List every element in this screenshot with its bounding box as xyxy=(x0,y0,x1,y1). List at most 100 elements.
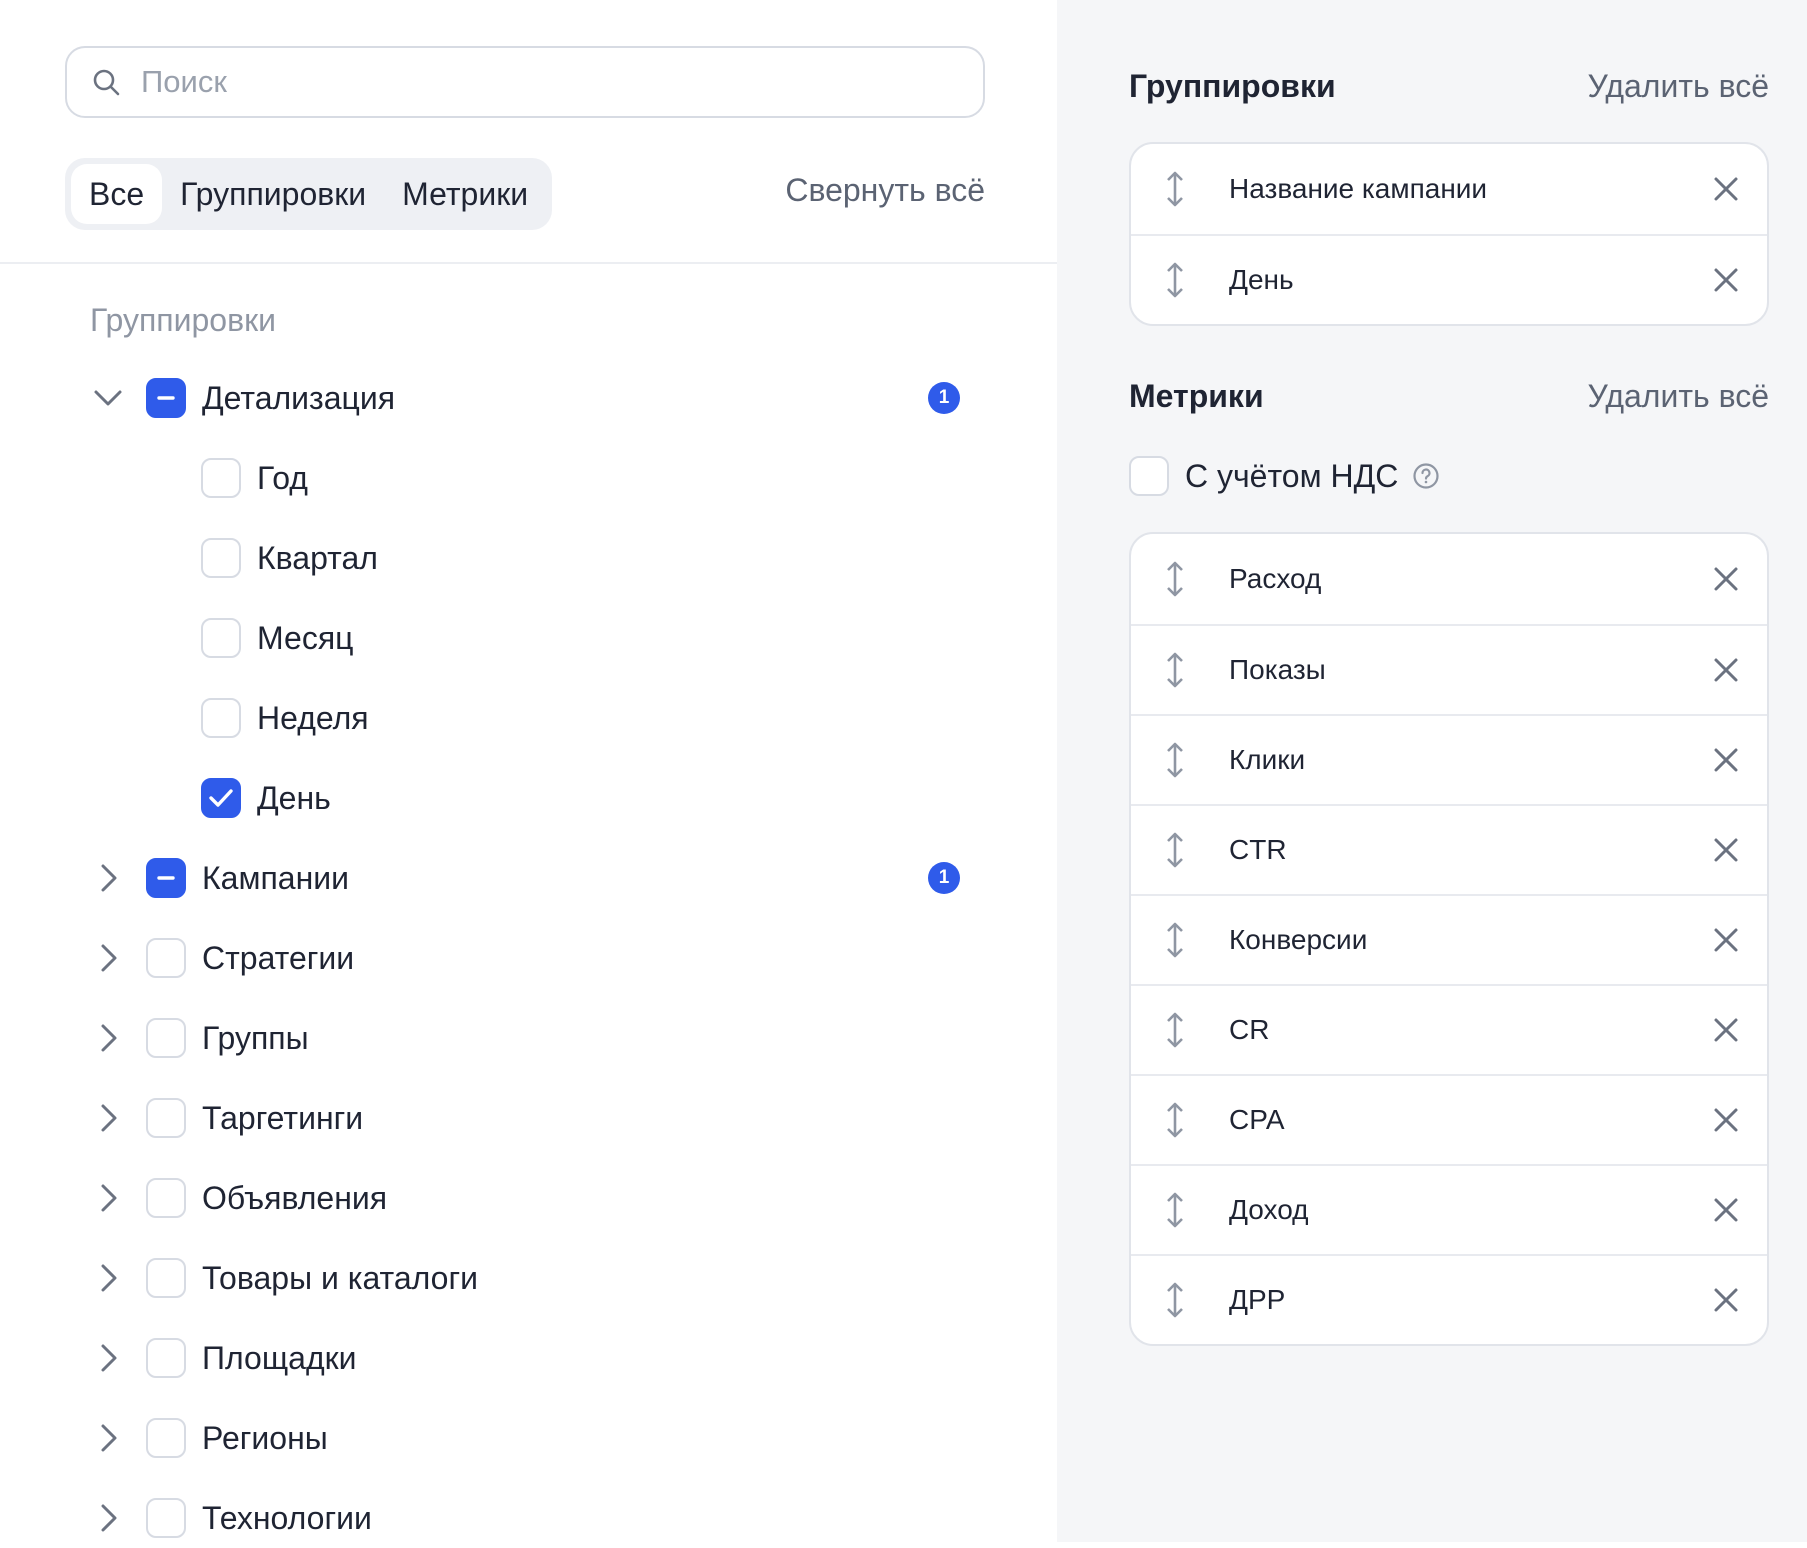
tree-item-groups: Группы xyxy=(90,1008,309,1068)
checkbox-unchecked[interactable] xyxy=(146,1018,186,1058)
minus-icon xyxy=(157,396,175,400)
list-item: Конверсии xyxy=(1131,894,1767,984)
vat-label: С учётом НДС xyxy=(1185,457,1399,494)
tree-item-label: Технологии xyxy=(202,1499,372,1536)
search-field[interactable] xyxy=(65,46,985,118)
vat-toggle-row: С учётом НДС xyxy=(1129,454,1440,498)
chevron-right-icon[interactable] xyxy=(90,1500,126,1536)
checkbox-unchecked[interactable] xyxy=(201,618,241,658)
tree-child-week: Неделя xyxy=(201,688,369,748)
chevron-right-icon[interactable] xyxy=(90,1340,126,1376)
checkbox-partial[interactable] xyxy=(146,378,186,418)
list-item: CR xyxy=(1131,984,1767,1074)
close-icon[interactable] xyxy=(1711,925,1741,955)
list-item: Клики xyxy=(1131,714,1767,804)
tab-all[interactable]: Все xyxy=(71,164,163,224)
list-item-label: Расход xyxy=(1229,563,1322,594)
tree-child-year: Год xyxy=(201,448,308,508)
drag-handle-icon[interactable] xyxy=(1161,1280,1189,1320)
help-icon[interactable] xyxy=(1412,462,1440,490)
metrics-delete-all-link[interactable]: Удалить всё xyxy=(1588,378,1770,415)
checkbox-unchecked[interactable] xyxy=(146,1338,186,1378)
list-item-label: CTR xyxy=(1229,834,1287,865)
chevron-right-icon[interactable] xyxy=(90,1020,126,1056)
chevron-right-icon[interactable] xyxy=(90,1420,126,1456)
tree-child-day: День xyxy=(201,768,331,828)
close-icon[interactable] xyxy=(1711,174,1741,204)
close-icon[interactable] xyxy=(1711,1285,1741,1315)
checkbox-unchecked[interactable] xyxy=(146,1418,186,1458)
checkbox-unchecked[interactable] xyxy=(201,538,241,578)
checkbox-unchecked[interactable] xyxy=(146,1258,186,1298)
drag-handle-icon[interactable] xyxy=(1161,740,1189,780)
list-item-label: Клики xyxy=(1229,744,1306,775)
checkbox-unchecked[interactable] xyxy=(146,1098,186,1138)
list-item-label: Название кампании xyxy=(1229,173,1488,204)
tree-item-products: Товары и каталоги xyxy=(90,1248,478,1308)
close-icon[interactable] xyxy=(1711,1195,1741,1225)
count-badge: 1 xyxy=(928,862,960,894)
checkbox-unchecked[interactable] xyxy=(201,698,241,738)
drag-handle-icon[interactable] xyxy=(1161,1010,1189,1050)
tree-item-label: Площадки xyxy=(202,1339,357,1376)
drag-handle-icon[interactable] xyxy=(1161,920,1189,960)
chevron-right-icon[interactable] xyxy=(90,1180,126,1216)
groupings-list: Название кампании День xyxy=(1129,142,1769,326)
checkbox-unchecked[interactable] xyxy=(146,938,186,978)
filter-tabs: Все Группировки Метрики xyxy=(65,158,553,230)
checkbox-unchecked[interactable] xyxy=(201,458,241,498)
close-icon[interactable] xyxy=(1711,655,1741,685)
chevron-right-icon[interactable] xyxy=(90,1260,126,1296)
check-icon xyxy=(209,789,233,807)
metrics-title: Метрики xyxy=(1129,378,1264,414)
drag-handle-icon[interactable] xyxy=(1161,1100,1189,1140)
close-icon[interactable] xyxy=(1711,835,1741,865)
tree-item-technologies: Технологии xyxy=(90,1488,372,1548)
left-panel: Все Группировки Метрики Свернуть всё Гру… xyxy=(0,0,1057,1542)
groupings-section-title: Группировки xyxy=(90,302,276,338)
chevron-down-icon[interactable] xyxy=(90,380,126,416)
close-icon[interactable] xyxy=(1711,564,1741,594)
tree-item-label: Товары и каталоги xyxy=(202,1259,478,1296)
groupings-delete-all-link[interactable]: Удалить всё xyxy=(1588,68,1770,105)
chevron-right-icon[interactable] xyxy=(90,940,126,976)
close-icon[interactable] xyxy=(1711,745,1741,775)
chevron-right-icon[interactable] xyxy=(90,860,126,896)
drag-handle-icon[interactable] xyxy=(1161,559,1189,599)
collapse-all-link[interactable]: Свернуть всё xyxy=(785,172,985,209)
tree-item-label: Регионы xyxy=(202,1419,328,1456)
tab-groupings[interactable]: Группировки xyxy=(162,164,384,224)
list-item-label: Конверсии xyxy=(1229,924,1368,955)
vat-checkbox[interactable] xyxy=(1129,456,1169,496)
close-icon[interactable] xyxy=(1711,265,1741,295)
minus-icon xyxy=(157,876,175,880)
list-item: Название кампании xyxy=(1131,144,1767,234)
chevron-right-icon[interactable] xyxy=(90,1100,126,1136)
close-icon[interactable] xyxy=(1711,1015,1741,1045)
list-item-label: День xyxy=(1229,264,1294,295)
close-icon[interactable] xyxy=(1711,1105,1741,1135)
drag-handle-icon[interactable] xyxy=(1161,260,1189,300)
tree-item-campaigns: Кампании xyxy=(90,848,349,908)
drag-handle-icon[interactable] xyxy=(1161,650,1189,690)
tree-child-quarter: Квартал xyxy=(201,528,378,588)
tree-item-label: Объявления xyxy=(202,1179,388,1216)
tree-item-ads: Объявления xyxy=(90,1168,387,1228)
count-badge: 1 xyxy=(928,382,960,414)
checkbox-unchecked[interactable] xyxy=(146,1498,186,1538)
list-item: Доход xyxy=(1131,1164,1767,1254)
checkbox-checked[interactable] xyxy=(201,778,241,818)
list-item: Расход xyxy=(1131,534,1767,624)
list-item: ДРР xyxy=(1131,1254,1767,1344)
drag-handle-icon[interactable] xyxy=(1161,830,1189,870)
tree-item-strategies: Стратегии xyxy=(90,928,354,988)
tree-child-label: Год xyxy=(257,459,308,496)
checkbox-unchecked[interactable] xyxy=(146,1178,186,1218)
search-input[interactable] xyxy=(139,63,919,101)
drag-handle-icon[interactable] xyxy=(1161,169,1189,209)
tab-metrics[interactable]: Метрики xyxy=(384,164,546,224)
tree-item-placements: Площадки xyxy=(90,1328,357,1388)
drag-handle-icon[interactable] xyxy=(1161,1190,1189,1230)
checkbox-partial[interactable] xyxy=(146,858,186,898)
tree-item-label: Детализация xyxy=(202,379,396,416)
